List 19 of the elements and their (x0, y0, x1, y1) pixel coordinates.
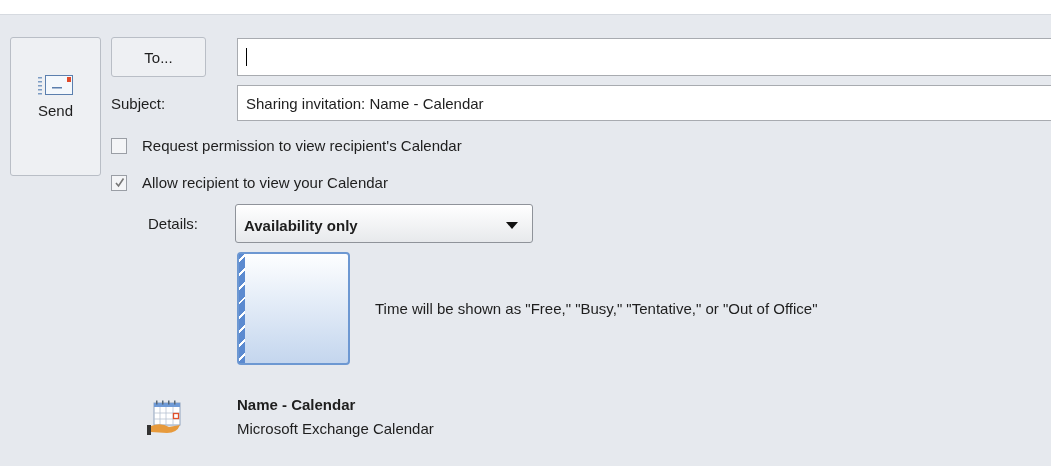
to-button[interactable]: To... (111, 37, 206, 77)
text-cursor (246, 48, 247, 66)
calendar-name: Name - Calendar (237, 396, 357, 413)
details-label: Details: (148, 215, 200, 232)
subject-label: Subject: (111, 94, 167, 112)
calendar-type: Microsoft Exchange Calendar (237, 420, 434, 437)
subject-field[interactable]: Sharing invitation: Name - Calendar (237, 85, 1051, 121)
checkbox[interactable] (111, 174, 127, 191)
shared-calendar-icon (147, 400, 183, 436)
checkbox-label: Request permission to view recipient's Calendar (142, 137, 462, 154)
checkbox-label: Allow recipient to view your Calendar (142, 174, 388, 191)
to-field[interactable] (237, 38, 1051, 76)
dropdown-arrow-icon (506, 222, 518, 229)
preview-description: Time will be shown as "Free," "Busy," "Tentative," or "Out of Office" (375, 300, 818, 317)
send-button[interactable]: Send (10, 37, 101, 176)
checkmark-icon (113, 177, 125, 188)
envelope-icon (37, 74, 74, 96)
checkbox[interactable] (111, 137, 127, 154)
details-dropdown[interactable]: Availability only (235, 204, 533, 243)
